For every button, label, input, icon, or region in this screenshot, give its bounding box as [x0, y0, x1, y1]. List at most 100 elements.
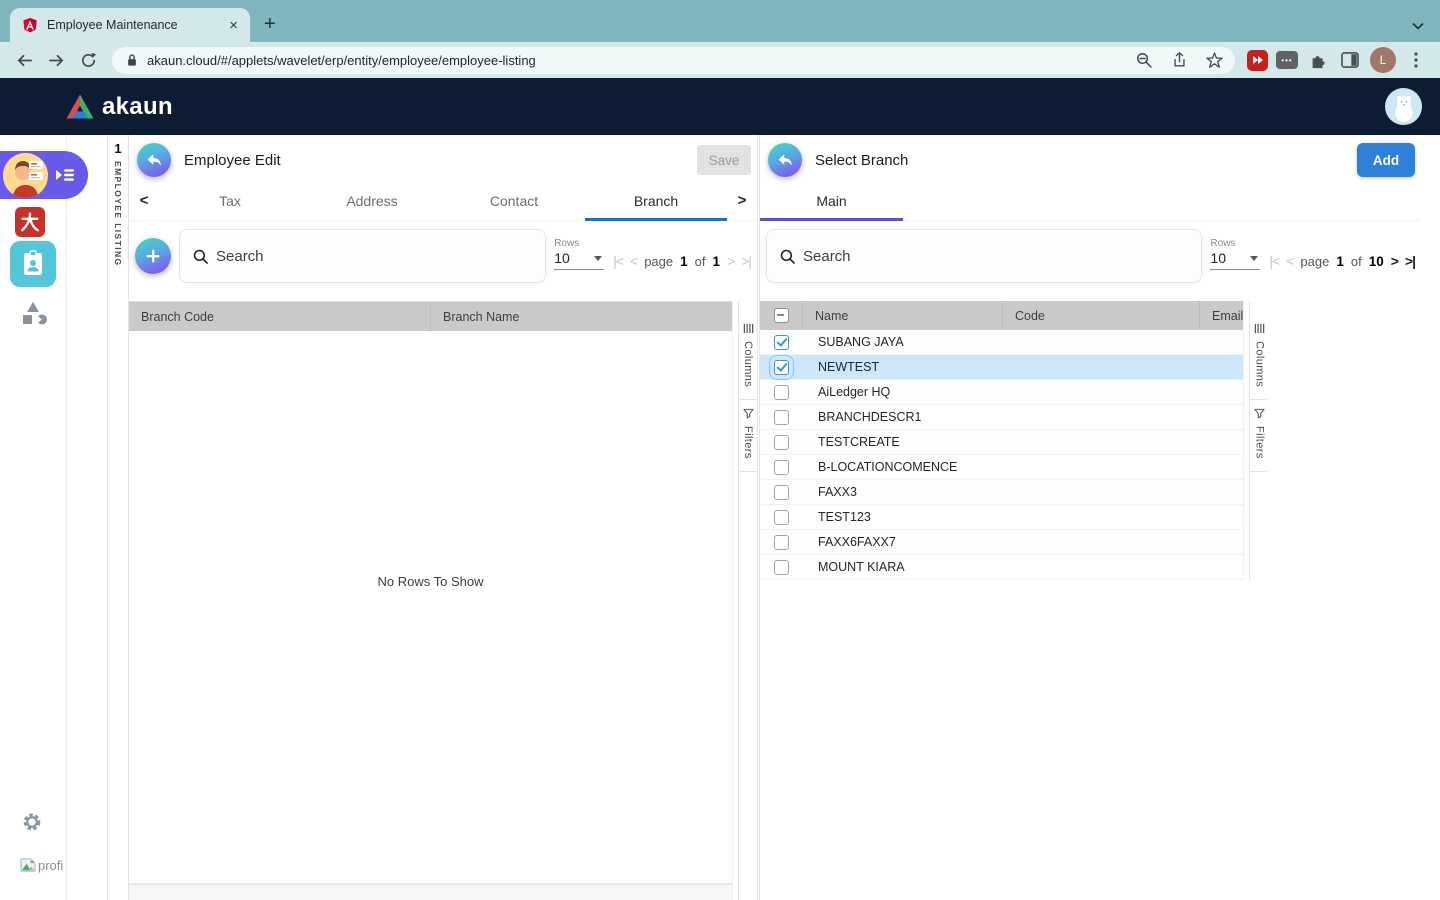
tab-close-icon[interactable]: ×	[229, 18, 238, 33]
back-button[interactable]	[137, 143, 171, 177]
row-checkbox-cell[interactable]	[760, 410, 802, 425]
url-text[interactable]: akaun.cloud/#/applets/wavelet/erp/entity…	[147, 53, 1122, 68]
empty-message: No Rows To Show	[129, 574, 732, 589]
tab[interactable]: Contact	[443, 181, 585, 220]
row-checkbox-cell[interactable]	[760, 510, 802, 525]
extensions-puzzle-icon[interactable]	[1306, 48, 1330, 72]
table-row[interactable]: FAXX6FAXX7	[760, 530, 1243, 555]
rows-per-page-select[interactable]: Rows 10	[554, 238, 604, 270]
akaun-logo[interactable]: akaun	[65, 93, 173, 121]
columns-tool-tab[interactable]: Columns	[739, 315, 757, 400]
row-checkbox-cell[interactable]	[760, 435, 802, 450]
page-last-button[interactable]: >|	[1405, 253, 1415, 269]
column-header-branch-code[interactable]: Branch Code	[129, 302, 430, 331]
horizontal-scrollbar[interactable]	[129, 884, 732, 900]
rows-per-page-select[interactable]: Rows 10	[1210, 238, 1260, 270]
app-sidebar: profi	[0, 135, 67, 900]
branch-search-box[interactable]	[179, 229, 546, 283]
filters-tool-tab[interactable]: Filters	[1250, 400, 1268, 472]
tab[interactable]: Tax	[159, 181, 301, 220]
page-prev-button[interactable]: <	[630, 253, 637, 269]
column-header-email[interactable]: Email	[1199, 301, 1243, 330]
share-icon[interactable]	[1166, 48, 1192, 72]
sidebar-item-dahua-app[interactable]	[15, 207, 45, 237]
url-bar[interactable]: akaun.cloud/#/applets/wavelet/erp/entity…	[112, 47, 1235, 74]
row-checkbox[interactable]	[774, 335, 789, 350]
extension-password-icon[interactable]: •••	[1276, 51, 1298, 69]
table-row[interactable]: TESTCREATE	[760, 430, 1243, 455]
row-checkbox[interactable]	[774, 560, 789, 575]
branch-table-body: No Rows To Show	[129, 331, 732, 884]
page-next-button[interactable]: >	[727, 253, 734, 269]
workspace-rail[interactable]: 1 EMPLOYEE LISTING	[107, 135, 129, 900]
forward-arrow-icon[interactable]	[44, 48, 68, 72]
page-prev-button[interactable]: <	[1286, 253, 1293, 269]
sidebar-item-employee-app-active[interactable]	[0, 151, 88, 199]
row-checkbox[interactable]	[774, 510, 789, 525]
row-checkbox[interactable]	[774, 535, 789, 550]
back-button[interactable]	[768, 143, 802, 177]
side-panel-icon[interactable]	[1338, 48, 1362, 72]
zoom-out-icon[interactable]	[1131, 48, 1157, 72]
page-next-button[interactable]: >	[1391, 253, 1398, 269]
row-checkbox-cell[interactable]	[760, 360, 802, 375]
row-checkbox[interactable]	[774, 360, 789, 375]
browser-profile-avatar[interactable]: L	[1370, 47, 1396, 73]
select-all-checkbox[interactable]	[774, 308, 789, 323]
page-first-button[interactable]: |<	[613, 253, 623, 269]
page-first-button[interactable]: |<	[1269, 253, 1279, 269]
tab-search-chevron-icon[interactable]	[1412, 22, 1424, 30]
add-row-button[interactable]	[135, 238, 171, 274]
save-button[interactable]: Save	[697, 145, 751, 175]
columns-tool-tab[interactable]: Columns	[1250, 315, 1268, 400]
row-checkbox[interactable]	[774, 410, 789, 425]
table-row[interactable]: AiLedger HQ	[760, 380, 1243, 405]
row-checkbox[interactable]	[774, 485, 789, 500]
table-row[interactable]: B-LOCATIONCOMENCE	[760, 455, 1243, 480]
sidebar-item-media-app[interactable]	[17, 301, 49, 327]
row-checkbox-cell[interactable]	[760, 535, 802, 550]
select-all-checkbox-cell[interactable]	[760, 301, 802, 330]
row-checkbox[interactable]	[774, 385, 789, 400]
row-checkbox[interactable]	[774, 460, 789, 475]
collapse-menu-icon[interactable]	[54, 166, 76, 184]
page-last-button[interactable]: >|	[741, 253, 751, 269]
table-row[interactable]: NEWTEST	[760, 355, 1243, 380]
bookmark-star-icon[interactable]	[1201, 48, 1227, 72]
column-header-branch-name[interactable]: Branch Name	[430, 302, 732, 331]
cell-branch-name: MOUNT KIARA	[802, 560, 1002, 574]
filters-tool-tab[interactable]: Filters	[739, 400, 757, 472]
row-checkbox-cell[interactable]	[760, 560, 802, 575]
table-row[interactable]: SUBANG JAYA	[760, 330, 1243, 355]
page-word: page	[1300, 254, 1329, 269]
tab[interactable]: Address	[301, 181, 443, 220]
extension-adblock-icon[interactable]	[1247, 50, 1268, 71]
column-header-code[interactable]: Code	[1002, 301, 1199, 330]
tab[interactable]: Branch	[585, 181, 727, 220]
branch-list-search-box[interactable]	[766, 229, 1202, 283]
column-header-name[interactable]: Name	[802, 301, 1002, 330]
new-tab-button[interactable]: +	[264, 14, 276, 34]
row-checkbox-cell[interactable]	[760, 335, 802, 350]
back-arrow-icon[interactable]	[12, 48, 36, 72]
table-row[interactable]: FAXX3	[760, 480, 1243, 505]
tab[interactable]: Main	[760, 181, 903, 220]
row-checkbox-cell[interactable]	[760, 385, 802, 400]
search-input[interactable]	[216, 248, 532, 265]
settings-gear-icon[interactable]	[21, 811, 43, 833]
table-row[interactable]: TEST123	[760, 505, 1243, 530]
user-avatar[interactable]	[1385, 88, 1422, 125]
browser-tab[interactable]: Employee Maintenance ×	[10, 8, 250, 42]
sidebar-item-badge-app[interactable]	[10, 241, 56, 287]
kebab-menu-icon[interactable]	[1404, 48, 1428, 72]
tabs-scroll-left-icon[interactable]: <	[129, 181, 159, 220]
row-checkbox[interactable]	[774, 435, 789, 450]
table-row[interactable]: MOUNT KIARA	[760, 555, 1243, 580]
row-checkbox-cell[interactable]	[760, 485, 802, 500]
table-row[interactable]: BRANCHDESCR1	[760, 405, 1243, 430]
add-button[interactable]: Add	[1357, 143, 1415, 177]
reload-icon[interactable]	[76, 48, 100, 72]
tabs-scroll-right-icon[interactable]: >	[727, 181, 757, 220]
search-input[interactable]	[803, 248, 1188, 265]
row-checkbox-cell[interactable]	[760, 460, 802, 475]
